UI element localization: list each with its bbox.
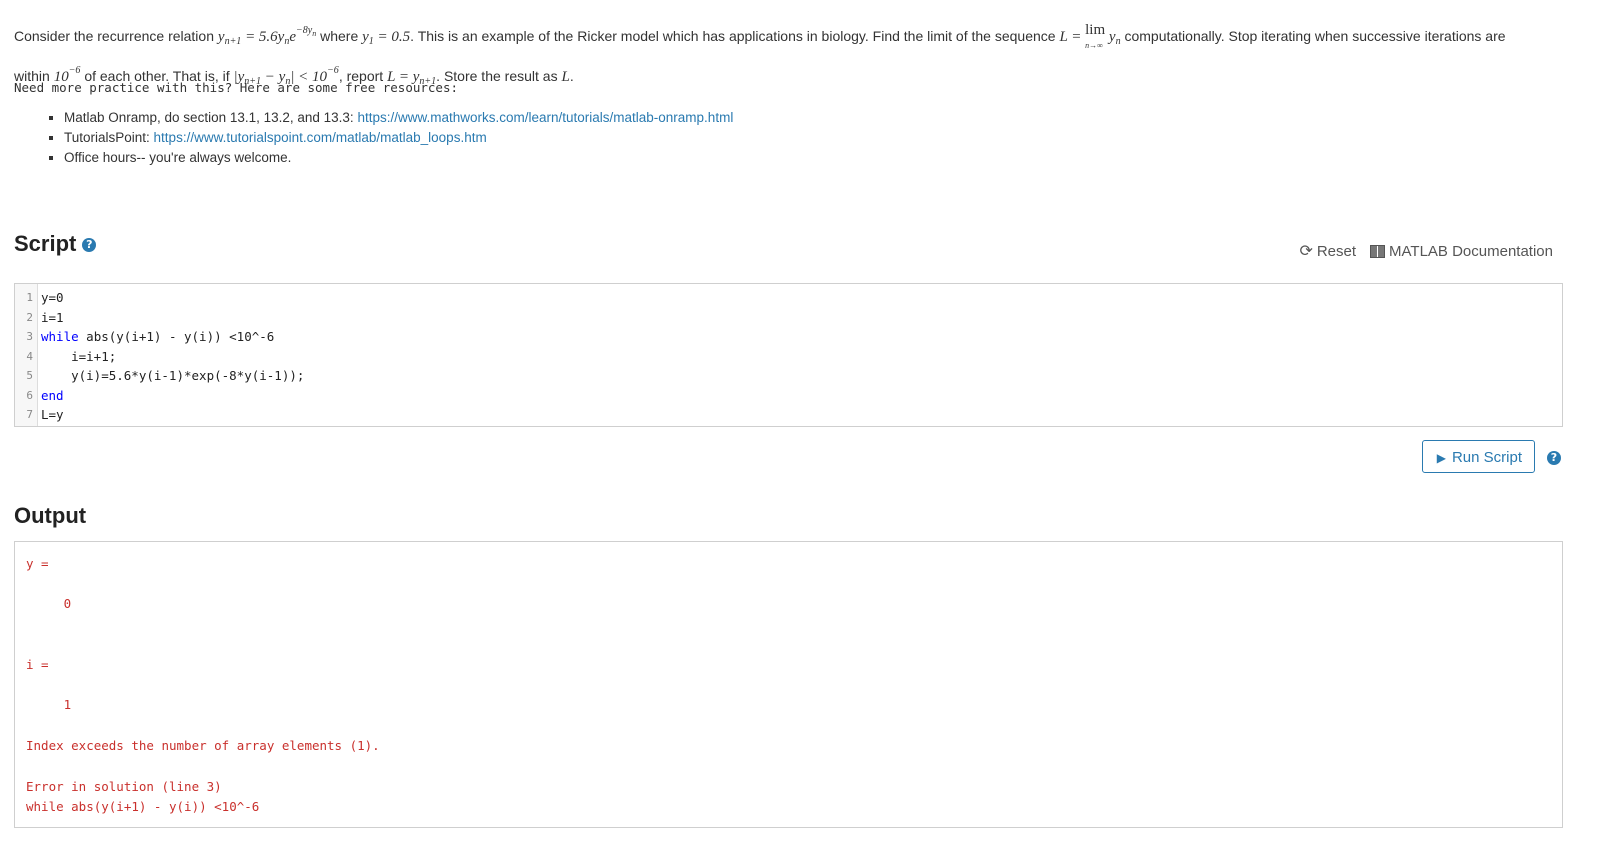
- reset-icon: ⟳: [1299, 243, 1313, 260]
- reset-button[interactable]: ⟳ Reset: [1299, 241, 1356, 261]
- error-location: Error in solution (line 3): [26, 779, 222, 794]
- resource-item: Matlab Onramp, do section 13.1, 13.2, an…: [64, 108, 733, 128]
- problem-text: where: [316, 28, 363, 44]
- error-message: Index exceeds the number of array elemen…: [26, 738, 380, 753]
- resource-item: TutorialsPoint: https://www.tutorialspoi…: [64, 128, 733, 148]
- script-heading: Script?: [14, 231, 97, 257]
- output-heading: Output: [14, 503, 87, 528]
- problem-text: Consider the recurrence relation: [14, 28, 218, 44]
- initial-condition: y1 = 0.5: [362, 29, 411, 47]
- matlab-docs-button[interactable]: MATLAB Documentation: [1370, 241, 1553, 261]
- limit-expression: L = lim n→∞ yn: [1059, 22, 1121, 50]
- error-code-line: while abs(y(i+1) - y(i)) <10^-6: [26, 799, 260, 814]
- tutorialspoint-link[interactable]: https://www.tutorialspoint.com/matlab/ma…: [154, 130, 487, 145]
- help-icon[interactable]: ?: [82, 238, 97, 252]
- practice-intro: Need more practice with this? Here are s…: [14, 80, 459, 95]
- code-editor[interactable]: 1 y=0 2 i=1 3 while abs(y(i+1) - y(i)) <10^…: [14, 283, 1563, 427]
- resource-item: Office hours-- you're always welcome.: [64, 148, 733, 168]
- run-bar: ▶ Run Script: [1421, 440, 1535, 473]
- run-script-button[interactable]: ▶ Run Script: [1421, 440, 1535, 473]
- run-help-icon[interactable]: ?: [1547, 451, 1561, 465]
- output-line: y =: [26, 556, 49, 571]
- problem-text: . This is an example of the Ricker model…: [410, 28, 1060, 44]
- script-toolbar: ⟳ Reset MATLAB Documentation: [1299, 241, 1553, 261]
- problem-text: .: [569, 68, 574, 84]
- problem-text: computationally. Stop iterating when suc…: [1120, 28, 1506, 44]
- play-icon: ▶: [1436, 450, 1446, 465]
- output-panel: y = 0 i = 1 Index exceeds the number of …: [14, 541, 1563, 828]
- output-line: i =: [26, 657, 49, 672]
- resource-list: Matlab Onramp, do section 13.1, 13.2, an…: [40, 108, 733, 168]
- output-line: 0: [26, 596, 72, 611]
- matlab-onramp-link[interactable]: https://www.mathworks.com/learn/tutorial…: [357, 110, 733, 125]
- output-line: 1: [26, 697, 72, 712]
- store-variable: L: [561, 69, 570, 85]
- problem-line-1: Consider the recurrence relation yn+1 = …: [14, 16, 1594, 56]
- book-icon: [1370, 244, 1386, 258]
- recurrence-equation: yn+1 = 5.6yne−8yn: [217, 25, 317, 47]
